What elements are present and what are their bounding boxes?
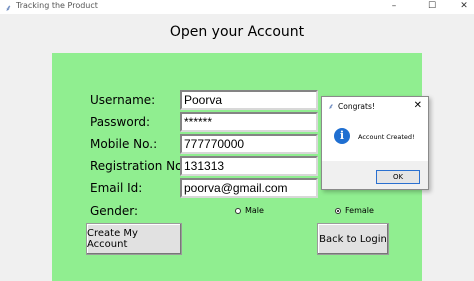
dialog-body: i Account Created! [322,117,428,161]
maximize-button[interactable]: ☐ [422,0,442,14]
password-label: Password: [90,115,151,129]
feather-icon: ⸙ [328,102,334,111]
window-close-button[interactable]: ✕ [454,0,474,14]
radio-icon [235,207,241,214]
radio-selected-icon [335,207,341,214]
dialog-title: Congrats! [338,102,375,111]
back-to-login-button[interactable]: Back to Login [317,223,389,255]
gender-male-radio[interactable]: Male [235,206,264,215]
dialog-close-button[interactable]: ✕ [414,100,422,111]
page-title: Open your Account [169,24,305,40]
password-field[interactable]: ****** [180,112,318,132]
info-icon: i [334,128,350,144]
registration-field[interactable]: 131313 [180,156,318,176]
window-title: Tracking the Product [16,1,98,10]
ok-button[interactable]: OK [376,170,420,184]
email-label: Email Id: [90,181,143,195]
username-label: Username: [90,93,156,107]
email-field[interactable]: poorva@gmail.com [180,178,318,198]
registration-label: Registration No.: [90,159,191,173]
congrats-dialog: ⸙ Congrats! ✕ i Account Created! OK [321,96,429,190]
gender-female-radio[interactable]: Female [335,206,374,215]
create-account-button[interactable]: Create My Account [86,223,182,255]
dialog-message: Account Created! [358,133,415,141]
dialog-titlebar: ⸙ Congrats! ✕ [322,97,428,117]
feather-icon: ⸙ [5,4,12,14]
mobile-field[interactable]: 777770000 [180,134,318,154]
username-field[interactable]: Poorva [180,90,318,110]
female-option-label: Female [345,206,374,215]
male-option-label: Male [245,206,264,215]
window-titlebar: ⸙ Tracking the Product – ☐ ✕ [0,0,474,14]
minimize-button[interactable]: – [384,0,404,14]
gender-label: Gender: [90,204,139,218]
mobile-label: Mobile No.: [90,137,158,151]
